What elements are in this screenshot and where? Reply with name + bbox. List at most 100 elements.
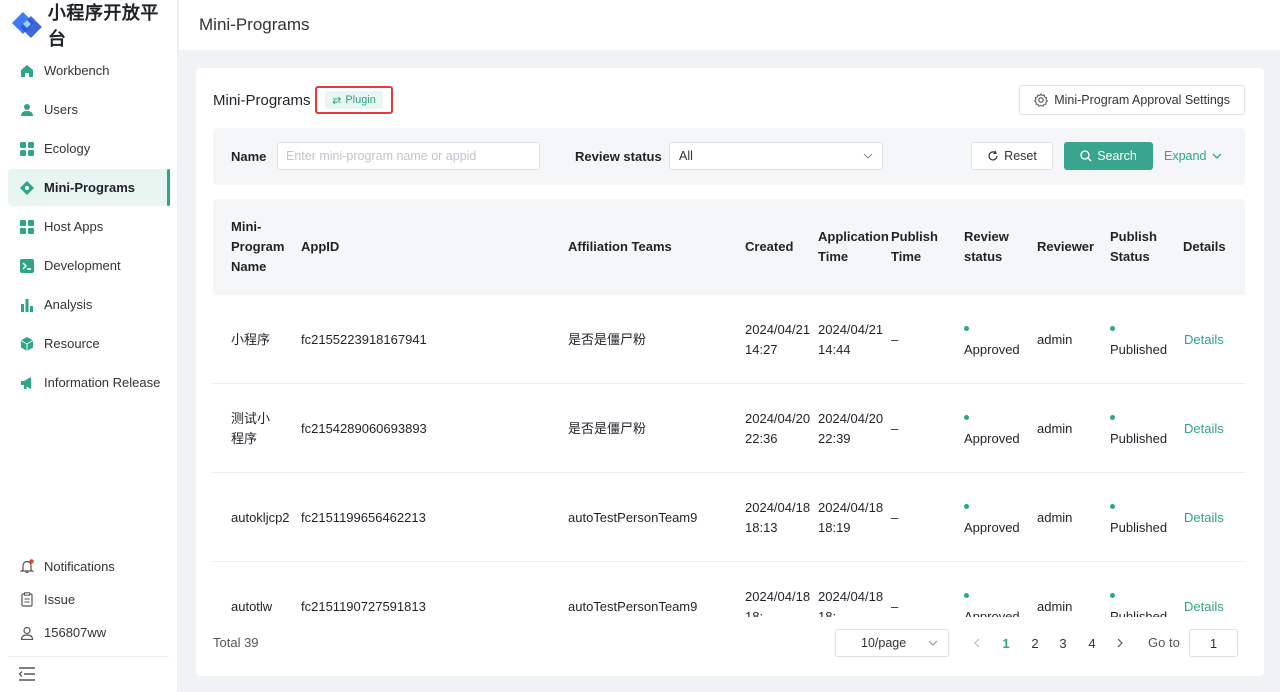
cell-team: 是否是僵尸粉 (568, 420, 647, 436)
column-header-publish-status: Publish Status (1110, 229, 1157, 264)
review-status-text: Approved (964, 519, 1020, 535)
page-size-value: 10/page (861, 636, 907, 650)
cell-team: autoTestPersonTeam9 (568, 598, 698, 614)
page-button-2[interactable]: 2 (1024, 629, 1046, 657)
sidebar-item-host-apps[interactable]: Host Apps (8, 208, 170, 245)
table-header: Mini-Program Name AppID Affiliation Team… (213, 199, 1245, 295)
table-row: autokljcp2 fc2151199656462213 autoTestPe… (213, 473, 1245, 562)
clipboard-icon (20, 592, 34, 607)
sidebar-item-account[interactable]: 156807ww (8, 616, 170, 649)
grid-icon (20, 141, 34, 156)
details-link[interactable]: Details (1184, 295, 1240, 384)
cell-appid: fc2155223918167941 (301, 331, 427, 347)
page-title: Mini-Programs (199, 15, 310, 34)
page-button-4[interactable]: 4 (1081, 629, 1103, 657)
column-header-review-status: Review status (964, 229, 1009, 264)
cell-created: 2024/04/18 18:13 (745, 499, 811, 535)
cell-reviewer: admin (1037, 509, 1073, 525)
table-row: 测试小程序 fc2154289060693893 是否是僵尸粉 2024/04/… (213, 384, 1245, 473)
sidebar-item-label: Analysis (44, 297, 93, 312)
megaphone-icon (20, 376, 34, 390)
chevron-left-icon (974, 638, 980, 648)
cell-created: 2024/04/20 22:36 (745, 410, 811, 446)
plugin-button[interactable]: ⇄ Plugin (325, 91, 383, 109)
brand-logo-icon (12, 12, 42, 38)
sidebar-item-information-release[interactable]: Information Release (8, 364, 170, 401)
brand-title: 小程序开放平台 (47, 3, 159, 49)
column-header-reviewer: Reviewer (1037, 239, 1095, 254)
prev-page-button[interactable] (966, 629, 988, 657)
sidebar-item-label: Users (44, 102, 78, 117)
sidebar-item-label: Resource (44, 336, 100, 351)
top-header: Mini-Programs (179, 0, 1280, 50)
sidebar-nav: Workbench Users Ecology Mini-Programs Ho… (8, 52, 170, 403)
details-link[interactable]: Details (1184, 384, 1240, 473)
sidebar-item-notifications[interactable]: Notifications (8, 550, 170, 583)
home-icon (20, 64, 34, 78)
status-dot (1110, 592, 1115, 598)
cell-publish-status: Published (1110, 384, 1167, 473)
approval-settings-label: Mini-Program Approval Settings (1054, 93, 1230, 107)
page-size-select[interactable]: 10/page (835, 629, 949, 657)
details-link[interactable]: Details (1184, 562, 1240, 617)
sidebar-item-label: Ecology (44, 141, 91, 156)
sidebar-item-ecology[interactable]: Ecology (8, 130, 170, 167)
goto-label: Go to (1148, 635, 1180, 650)
sidebar-item-development[interactable]: Development (8, 247, 170, 284)
sidebar-item-analysis[interactable]: Analysis (8, 286, 170, 323)
sidebar-item-workbench[interactable]: Workbench (8, 52, 170, 89)
cell-appid: fc2151199656462213 (301, 509, 426, 525)
goto-page-input[interactable] (1189, 629, 1238, 657)
total-count: Total 39 (213, 635, 259, 650)
sidebar-item-mini-programs[interactable]: Mini-Programs (8, 169, 170, 206)
cell-reviewer: admin (1037, 331, 1073, 347)
cell-publish-time: – (891, 420, 899, 436)
sidebar-item-issue[interactable]: Issue (8, 583, 170, 616)
approval-settings-button[interactable]: Mini-Program Approval Settings (1019, 85, 1245, 115)
collapse-menu-icon[interactable] (18, 666, 36, 682)
main-card: Mini-Programs ⇄ Plugin Mini-Program Appr… (196, 68, 1264, 676)
bell-icon (20, 559, 34, 574)
mini-programs-table: Mini-Program Name AppID Affiliation Team… (213, 199, 1245, 617)
cell-publish-status: Published (1110, 473, 1167, 562)
cell-reviewer: admin (1037, 598, 1073, 614)
plugin-highlight: ⇄ Plugin (315, 86, 393, 114)
page-button-1[interactable]: 1 (995, 629, 1017, 657)
cell-publish-time: – (891, 598, 899, 614)
column-header-details: Details (1183, 239, 1226, 254)
cell-review-status: Approved (964, 384, 1022, 473)
brand[interactable]: 小程序开放平台 (12, 3, 177, 49)
reset-button[interactable]: Reset (971, 142, 1053, 170)
review-status-select[interactable]: All (669, 142, 883, 170)
review-status-label: Review status (575, 149, 662, 164)
search-button[interactable]: Search (1064, 142, 1153, 170)
sidebar: 小程序开放平台 Workbench Users Ecology Mini-Pro… (0, 0, 178, 692)
review-status-text: Approved (964, 608, 1020, 618)
expand-button[interactable]: Expand (1164, 142, 1222, 170)
sidebar-item-resource[interactable]: Resource (8, 325, 170, 362)
chevron-down-icon (928, 640, 938, 646)
status-dot (964, 592, 969, 598)
gear-icon (1034, 93, 1049, 107)
refresh-icon (987, 150, 999, 162)
details-link[interactable]: Details (1184, 473, 1240, 562)
cell-application-time: 2024/04/21 14:44 (818, 321, 884, 357)
review-status-value: All (679, 149, 693, 163)
cell-application-time: 2024/04/18 18: (818, 588, 884, 618)
cell-review-status: Approved (964, 473, 1022, 562)
sidebar-item-users[interactable]: Users (8, 91, 170, 128)
cell-name: 测试小程序 (231, 410, 271, 446)
cell-publish-status: Published (1110, 562, 1167, 617)
next-page-button[interactable] (1109, 629, 1131, 657)
expand-label: Expand (1164, 149, 1207, 163)
chevron-right-icon (1117, 638, 1123, 648)
name-search-input[interactable] (277, 142, 540, 170)
swap-icon: ⇄ (332, 94, 342, 107)
plugin-label: Plugin (345, 94, 376, 106)
status-dot (964, 503, 969, 509)
cell-team: 是否是僵尸粉 (568, 331, 647, 347)
column-header-appid: AppID (301, 239, 340, 254)
chevron-down-icon (1212, 153, 1222, 159)
page-button-3[interactable]: 3 (1052, 629, 1074, 657)
filter-bar: Name Review status All Reset Search Expa… (213, 128, 1245, 185)
